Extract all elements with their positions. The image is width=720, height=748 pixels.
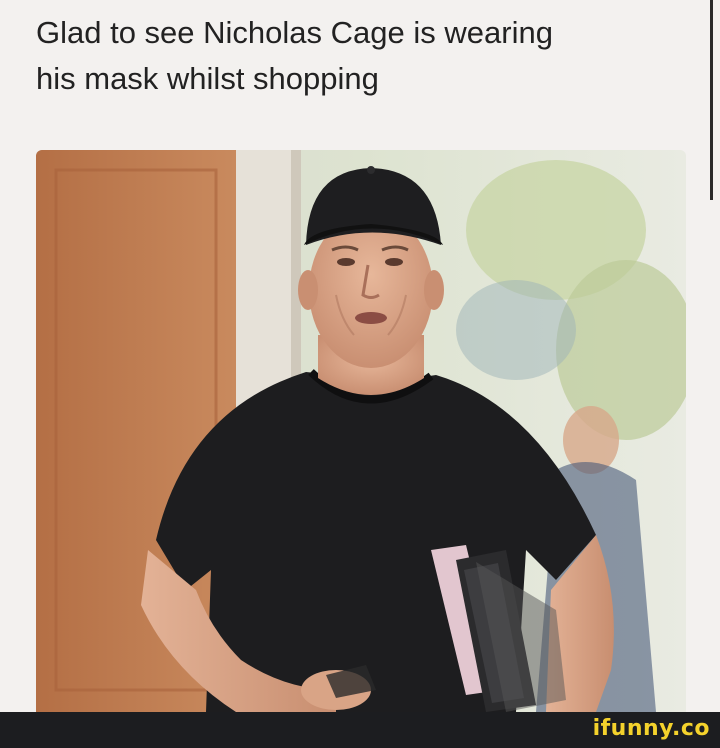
watermark-bar: ifunny.co <box>0 712 720 748</box>
caption-line-1: Glad to see Nicholas Cage is wearing <box>36 15 553 50</box>
photo-illustration <box>36 150 686 712</box>
meme-caption: Glad to see Nicholas Cage is wearing his… <box>36 10 676 102</box>
ifunny-logo: ifunny.co <box>592 716 710 741</box>
meme-post: Glad to see Nicholas Cage is wearing his… <box>0 0 720 748</box>
caption-line-2: his mask whilst shopping <box>36 61 379 96</box>
edge-divider <box>710 0 713 200</box>
meme-photo <box>36 150 686 712</box>
